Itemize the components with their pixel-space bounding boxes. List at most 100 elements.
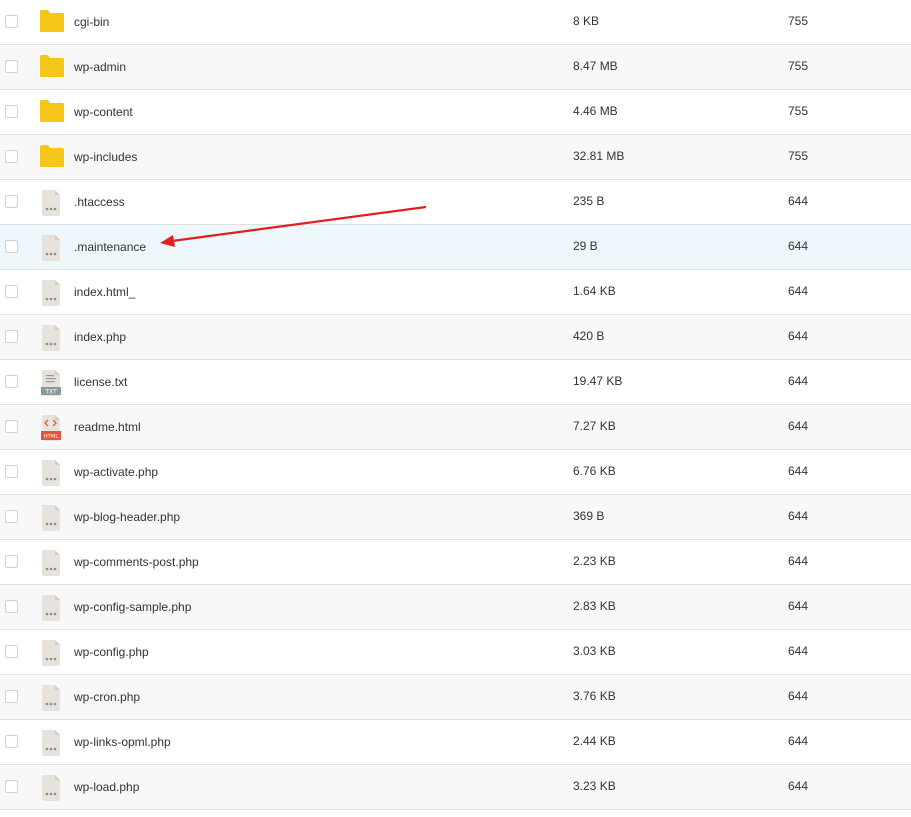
row-checkbox[interactable] [5,735,18,748]
row-checkbox[interactable] [5,510,18,523]
file-row[interactable]: HTML readme.html 7.27 KB 644 [0,405,911,450]
file-name[interactable]: readme.html [74,420,141,434]
file-name[interactable]: wp-blog-header.php [74,510,180,524]
file-permissions[interactable]: 644 [788,554,808,568]
file-name[interactable]: wp-cron.php [74,690,140,704]
file-name[interactable]: wp-links-opml.php [74,735,171,749]
row-checkbox[interactable] [5,150,18,163]
file-row[interactable]: cgi-bin 8 KB 755 [0,0,911,45]
file-size: 3.76 KB [573,689,616,703]
row-checkbox[interactable] [5,60,18,73]
file-row[interactable]: wp-config-sample.php 2.83 KB 644 [0,585,911,630]
file-permissions[interactable]: 644 [788,599,808,613]
file-permissions[interactable]: 644 [788,194,808,208]
file-list: cgi-bin 8 KB 755 wp-admin 8.47 MB 755 wp-conte… [0,0,911,810]
file-name[interactable]: wp-includes [74,150,137,164]
file-name[interactable]: index.html_ [74,285,135,299]
file-row[interactable]: .maintenance 29 B 644 [0,225,911,270]
file-size: 3.23 KB [573,779,616,793]
folder-icon [40,10,64,34]
row-checkbox[interactable] [5,375,18,388]
file-row[interactable]: wp-load.php 3.23 KB 644 [0,765,911,810]
file-size: 2.83 KB [573,599,616,613]
file-name[interactable]: license.txt [74,375,127,389]
file-icon [40,640,64,666]
file-icon [40,775,64,801]
file-icon [40,505,64,531]
file-permissions[interactable]: 755 [788,149,808,163]
file-row[interactable]: wp-activate.php 6.76 KB 644 [0,450,911,495]
file-permissions[interactable]: 644 [788,509,808,523]
row-checkbox[interactable] [5,780,18,793]
file-permissions[interactable]: 644 [788,779,808,793]
file-row[interactable]: wp-blog-header.php 369 B 644 [0,495,911,540]
file-name[interactable]: wp-config.php [74,645,149,659]
folder-icon [40,55,64,79]
file-type-badge: HTML [44,434,59,440]
row-checkbox[interactable] [5,105,18,118]
file-row[interactable]: index.html_ 1.64 KB 644 [0,270,911,315]
file-name[interactable]: wp-activate.php [74,465,158,479]
file-size: 8.47 MB [573,59,618,73]
file-name[interactable]: cgi-bin [74,15,109,29]
file-icon [40,685,64,711]
file-row[interactable]: wp-links-opml.php 2.44 KB 644 [0,720,911,765]
file-permissions[interactable]: 644 [788,464,808,478]
file-size: 19.47 KB [573,374,623,388]
row-checkbox[interactable] [5,195,18,208]
file-size: 369 B [573,509,605,523]
file-name[interactable]: wp-config-sample.php [74,600,191,614]
file-size: 29 B [573,239,598,253]
file-row[interactable]: wp-includes 32.81 MB 755 [0,135,911,180]
file-icon [40,190,64,216]
file-size: 2.23 KB [573,554,616,568]
txt-file-icon: TXT [40,370,64,396]
row-checkbox[interactable] [5,285,18,298]
row-checkbox[interactable] [5,690,18,703]
file-row[interactable]: wp-cron.php 3.76 KB 644 [0,675,911,720]
file-name[interactable]: wp-load.php [74,780,139,794]
file-permissions[interactable]: 644 [788,329,808,343]
file-permissions[interactable]: 644 [788,374,808,388]
file-size: 8 KB [573,14,600,28]
file-permissions[interactable]: 644 [788,689,808,703]
file-row[interactable]: wp-config.php 3.03 KB 644 [0,630,911,675]
file-size: 6.76 KB [573,464,616,478]
file-size: 420 B [573,329,605,343]
file-row[interactable]: wp-admin 8.47 MB 755 [0,45,911,90]
file-icon [40,280,64,306]
file-name[interactable]: index.php [74,330,126,344]
row-checkbox[interactable] [5,555,18,568]
file-icon [40,460,64,486]
file-name[interactable]: .htaccess [74,195,125,209]
file-permissions[interactable]: 755 [788,14,808,28]
file-permissions[interactable]: 644 [788,734,808,748]
file-permissions[interactable]: 644 [788,644,808,658]
file-row[interactable]: TXT license.txt 19.47 KB 644 [0,360,911,405]
file-icon [40,595,64,621]
file-permissions[interactable]: 755 [788,104,808,118]
file-name[interactable]: wp-admin [74,60,126,74]
file-name[interactable]: wp-content [74,105,133,119]
row-checkbox[interactable] [5,420,18,433]
row-checkbox[interactable] [5,465,18,478]
file-row[interactable]: index.php 420 B 644 [0,315,911,360]
file-name[interactable]: wp-comments-post.php [74,555,199,569]
row-checkbox[interactable] [5,600,18,613]
row-checkbox[interactable] [5,15,18,28]
html-file-icon: HTML [40,415,64,441]
file-row[interactable]: wp-comments-post.php 2.23 KB 644 [0,540,911,585]
file-row[interactable]: wp-content 4.46 MB 755 [0,90,911,135]
file-permissions[interactable]: 644 [788,239,808,253]
file-name[interactable]: .maintenance [74,240,146,254]
folder-icon [40,145,64,169]
row-checkbox[interactable] [5,240,18,253]
file-permissions[interactable]: 644 [788,284,808,298]
file-size: 3.03 KB [573,644,616,658]
row-checkbox[interactable] [5,645,18,658]
file-permissions[interactable]: 644 [788,419,808,433]
file-permissions[interactable]: 755 [788,59,808,73]
file-size: 32.81 MB [573,149,625,163]
row-checkbox[interactable] [5,330,18,343]
file-row[interactable]: .htaccess 235 B 644 [0,180,911,225]
